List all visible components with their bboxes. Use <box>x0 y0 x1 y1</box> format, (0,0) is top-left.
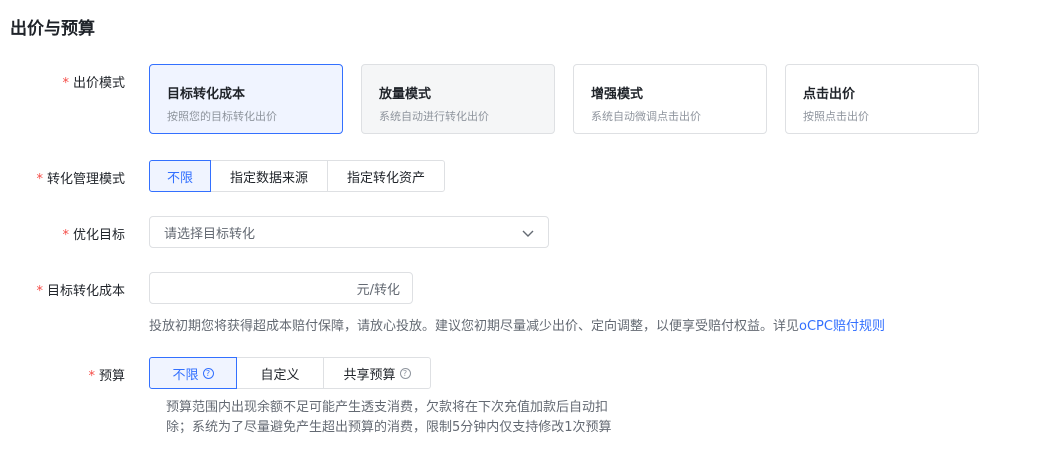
card-desc: 按照点击出价 <box>803 110 869 123</box>
conversion-mode-option-asset[interactable]: 指定转化资产 <box>327 160 445 192</box>
section-title: 出价与预算 <box>10 19 95 39</box>
budget-segmented: 不限? 自定义 共享预算? <box>149 357 431 389</box>
required-mark: * <box>62 76 69 91</box>
budget-hint-line1: 预算范围内出现余额不足可能产生透支消费，欠款将在下次充值加款后自动扣 <box>166 400 609 415</box>
budget-option-custom[interactable]: 自定义 <box>236 357 324 389</box>
card-title: 增强模式 <box>591 87 644 102</box>
bid-mode-card-target-cost[interactable]: 目标转化成本 按照您的目标转化出价 <box>149 64 343 134</box>
conversion-mode-option-data-source[interactable]: 指定数据来源 <box>210 160 328 192</box>
budget-option-unlimited[interactable]: 不限? <box>149 357 237 389</box>
required-mark: * <box>88 369 95 384</box>
select-placeholder: 请选择目标转化 <box>164 226 256 242</box>
budget-label: * 预算 <box>88 369 125 384</box>
required-mark: * <box>62 228 69 243</box>
conversion-mode-label: * 转化管理模式 <box>36 172 125 187</box>
chevron-down-icon <box>522 223 534 242</box>
card-desc: 按照您的目标转化出价 <box>167 110 277 123</box>
target-cost-suffix: 元/转化 <box>356 282 400 298</box>
question-circle-icon: ? <box>202 367 214 379</box>
target-cost-label: * 目标转化成本 <box>36 284 125 299</box>
target-cost-input-wrapper: 元/转化 <box>149 272 413 304</box>
conversion-mode-option-unlimited[interactable]: 不限 <box>149 160 211 192</box>
card-desc: 系统自动微调点击出价 <box>591 110 701 123</box>
budget-hint-line2: 除；系统为了尽量避免产生超出预算的消费，限制5分钟内仅支持修改1次预算 <box>166 420 612 435</box>
bid-mode-label: * 出价模式 <box>62 76 125 91</box>
bid-mode-card-enhanced[interactable]: 增强模式 系统自动微调点击出价 <box>573 64 767 134</box>
conversion-mode-segmented: 不限 指定数据来源 指定转化资产 <box>149 160 445 192</box>
target-cost-hint: 投放初期您将获得超成本赔付保障，请放心投放。建议您初期尽量减少出价、定向调整，以… <box>149 319 885 334</box>
budget-option-shared[interactable]: 共享预算? <box>323 357 431 389</box>
target-cost-input[interactable] <box>162 279 357 297</box>
card-title: 目标转化成本 <box>167 87 246 102</box>
required-mark: * <box>36 172 43 187</box>
card-desc: 系统自动进行转化出价 <box>379 110 489 123</box>
compensation-rules-link[interactable]: oCPC赔付规则 <box>799 319 885 334</box>
bid-mode-card-click[interactable]: 点击出价 按照点击出价 <box>785 64 979 134</box>
optimization-target-label: * 优化目标 <box>62 228 125 243</box>
card-title: 放量模式 <box>379 87 432 102</box>
required-mark: * <box>36 284 43 299</box>
question-circle-icon: ? <box>399 367 411 379</box>
bid-mode-card-volume[interactable]: 放量模式 系统自动进行转化出价 <box>361 64 555 134</box>
card-title: 点击出价 <box>803 87 856 102</box>
optimization-target-select[interactable]: 请选择目标转化 <box>149 216 549 248</box>
